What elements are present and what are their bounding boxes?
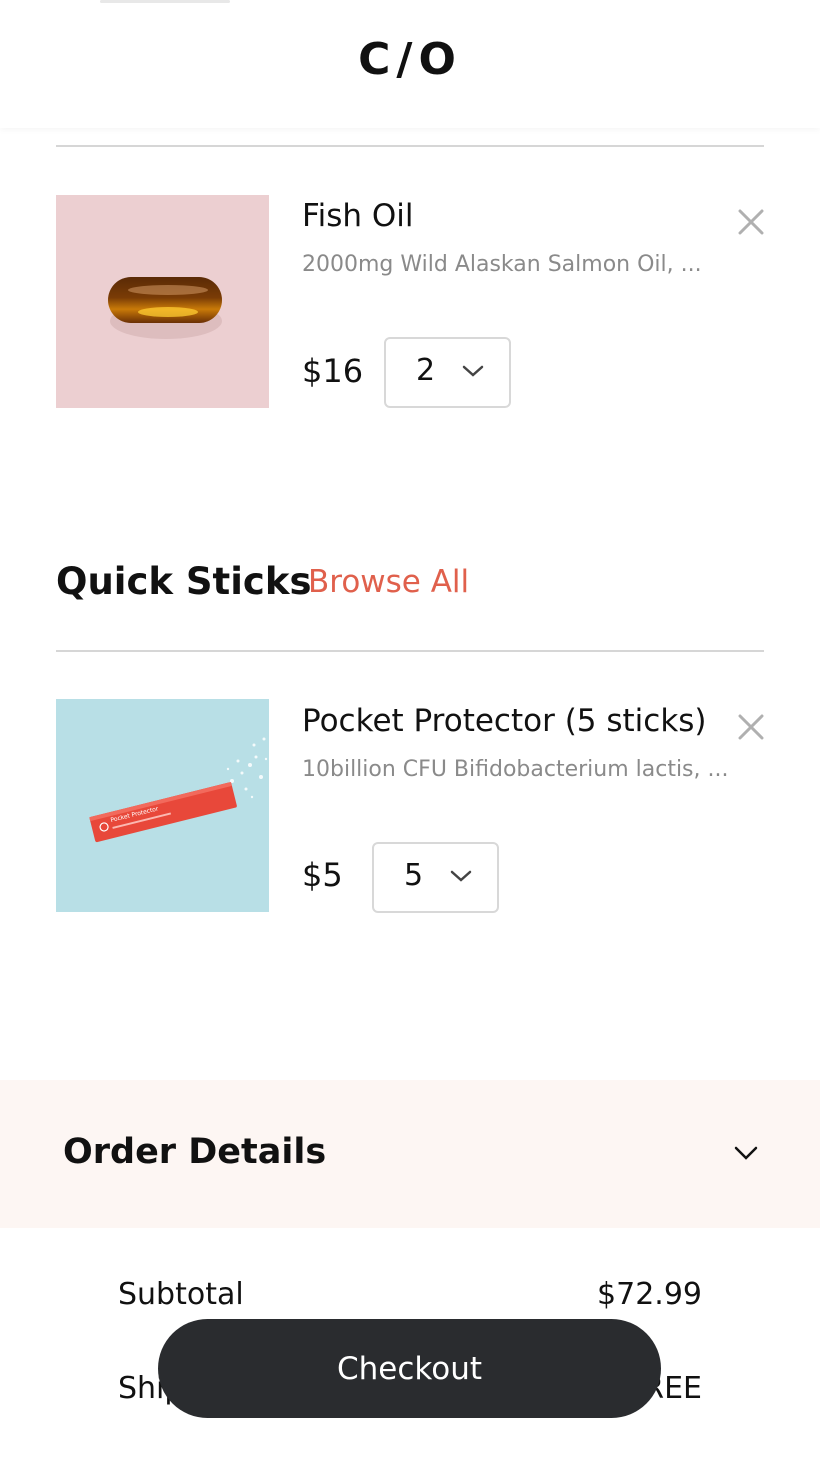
brand-logo[interactable]: C/O [0, 34, 820, 85]
status-indicator [100, 0, 230, 3]
order-details-toggle[interactable]: Order Details [0, 1080, 820, 1228]
item-price: $5 [302, 856, 343, 894]
quantity-select[interactable]: 5 [372, 842, 499, 913]
stick-packet-icon: Pocket Protector [89, 737, 268, 843]
chevron-down-icon [734, 1146, 758, 1160]
order-details-title: Order Details [63, 1132, 327, 1172]
chevron-down-icon [462, 365, 484, 377]
section-title: Quick Sticks [56, 560, 312, 603]
browse-all-link[interactable]: Browse All [308, 564, 469, 600]
item-name: Pocket Protector (5 sticks) [302, 703, 707, 739]
item-price: $16 [302, 352, 364, 390]
chevron-down-icon [450, 870, 472, 882]
item-description: 2000mg Wild Alaskan Salmon Oil, ... [302, 252, 702, 277]
close-icon[interactable] [737, 208, 765, 236]
divider [56, 145, 764, 147]
fish-oil-image[interactable] [56, 195, 269, 408]
quantity-value: 5 [404, 858, 424, 893]
item-name: Fish Oil [302, 198, 414, 234]
fish-oil-capsule-icon [108, 277, 222, 339]
subtotal-label: Subtotal [118, 1277, 244, 1312]
pocket-protector-image[interactable]: Pocket Protector [56, 699, 269, 912]
quantity-value: 2 [416, 353, 436, 388]
checkout-button[interactable]: Checkout [158, 1319, 661, 1418]
quantity-select[interactable]: 2 [384, 337, 511, 408]
subtotal-value: $72.99 [597, 1277, 702, 1312]
item-description: 10billion CFU Bifidobacterium lactis, ..… [302, 757, 729, 782]
divider [56, 650, 764, 652]
app-header: C/O [0, 0, 820, 128]
close-icon[interactable] [737, 713, 765, 741]
